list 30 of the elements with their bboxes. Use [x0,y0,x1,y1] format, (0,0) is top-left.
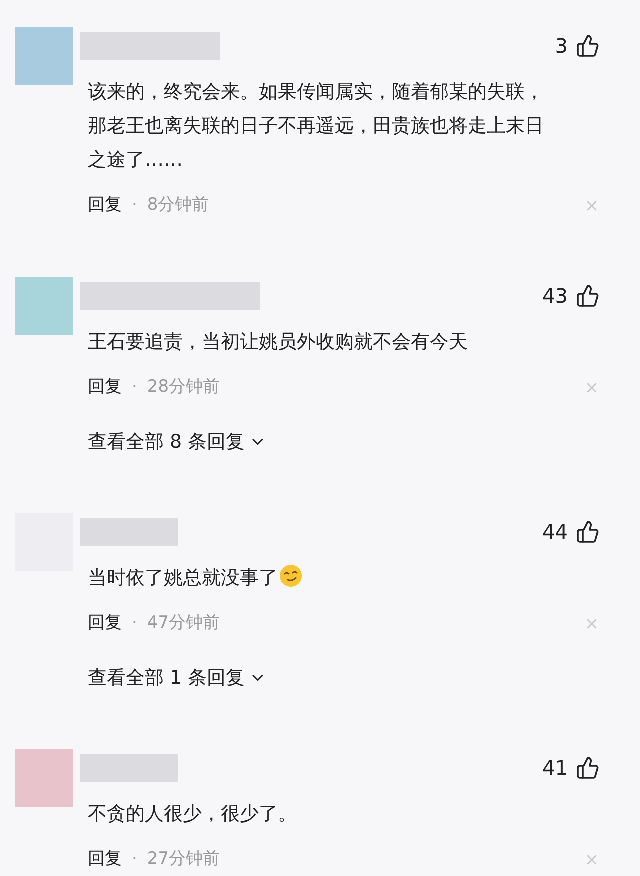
separator-dot: · [132,612,138,636]
comment-time: 28分钟前 [147,376,220,400]
like-count: 44 [542,519,568,546]
like-icon[interactable] [576,520,600,544]
separator-dot: · [132,848,138,872]
comment-text: 不贪的人很少，很少了。 [88,802,298,827]
comment-text: 该来的，终究会来。如果传闻属实，随着郁某的失联，那老王也离失联的日子不再遥远，田贵族也将走上末日之途了…… [88,80,545,173]
avatar[interactable] [15,277,73,335]
view-replies-link[interactable]: 查看全部 1 条回复 [88,663,268,693]
reply-link[interactable]: 回复 [88,193,122,219]
like-count: 3 [555,33,568,60]
avatar[interactable] [15,27,73,85]
avatar[interactable] [15,749,73,807]
comment-time: 47分钟前 [147,612,220,636]
like-icon[interactable] [576,34,600,58]
comment-time: 8分钟前 [147,194,210,218]
reply-link[interactable]: 回复 [88,375,122,401]
separator-dot: · [132,194,138,218]
like-count: 41 [542,755,568,782]
comment-time: 27分钟前 [147,848,220,872]
like-icon[interactable] [576,756,600,780]
like-icon[interactable] [576,284,600,308]
reply-link[interactable]: 回复 [88,611,122,637]
emoji-icon [279,564,303,588]
comment-text: 王石要追责，当初让姚员外收购就不会有今天 [88,330,469,355]
comment-text: 当时依了姚总就没事了 [88,561,558,595]
separator-dot: · [132,376,138,400]
view-replies-link[interactable]: 查看全部 8 条回复 [88,427,268,457]
reply-link[interactable]: 回复 [88,847,122,873]
like-count: 43 [542,283,568,310]
